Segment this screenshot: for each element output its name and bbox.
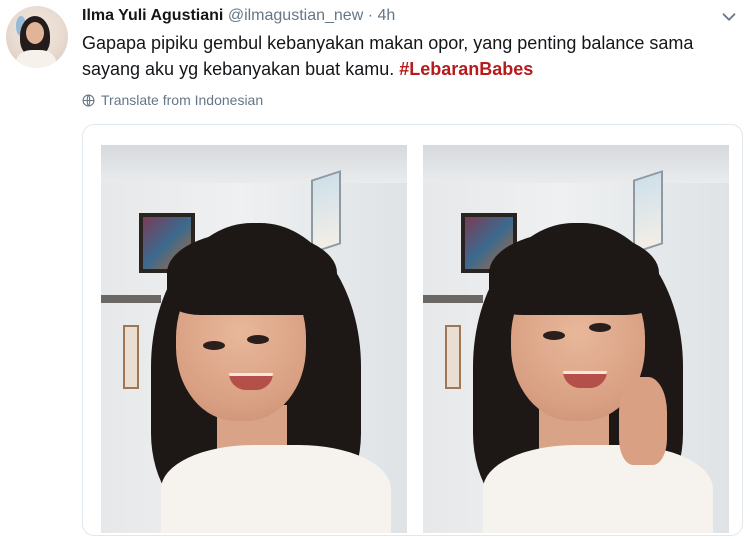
display-name[interactable]: Ilma Yuli Agustiani — [82, 7, 223, 24]
media-card[interactable] — [82, 124, 743, 536]
hashtag-link[interactable]: #LebaranBabes — [399, 59, 533, 79]
tweet-text: Gapapa pipiku gembul kebanyakan makan op… — [82, 30, 732, 82]
hair-bangs — [489, 231, 659, 315]
separator-dot: · — [367, 7, 374, 24]
wall-shelf — [423, 295, 483, 303]
wall-shelf — [101, 295, 161, 303]
photo-ceiling — [101, 145, 407, 183]
tweet-body: Gapapa pipiku gembul kebanyakan makan op… — [82, 33, 694, 79]
tweet-menu-button[interactable] — [718, 6, 740, 28]
shirt — [483, 445, 713, 533]
globe-icon — [82, 94, 95, 106]
avatar[interactable] — [6, 6, 68, 68]
translate-link[interactable]: Translate from Indonesian — [82, 92, 263, 108]
hand — [619, 377, 667, 465]
wall-frame — [311, 170, 341, 254]
shirt — [161, 445, 391, 533]
photo-left[interactable] — [101, 145, 407, 533]
avatar-face — [26, 22, 44, 44]
wall-frame — [123, 325, 139, 389]
translate-label: Translate from Indonesian — [101, 92, 264, 108]
eye — [543, 331, 565, 340]
user-handle[interactable]: @ilmagustian_new — [228, 7, 363, 24]
tweet-header: Ilma Yuli Agustiani @ilmagustian_new · 4… — [82, 6, 395, 26]
wall-frame — [633, 170, 663, 254]
hair-bangs — [167, 231, 337, 315]
photo-ceiling — [423, 145, 729, 183]
wall-frame — [445, 325, 461, 389]
eye — [203, 341, 225, 350]
timestamp[interactable]: 4h — [377, 7, 395, 24]
photo-right[interactable] — [423, 145, 729, 533]
avatar-shirt — [16, 50, 56, 68]
eye — [247, 335, 269, 344]
eye — [589, 323, 611, 332]
chevron-down-icon — [722, 13, 736, 21]
